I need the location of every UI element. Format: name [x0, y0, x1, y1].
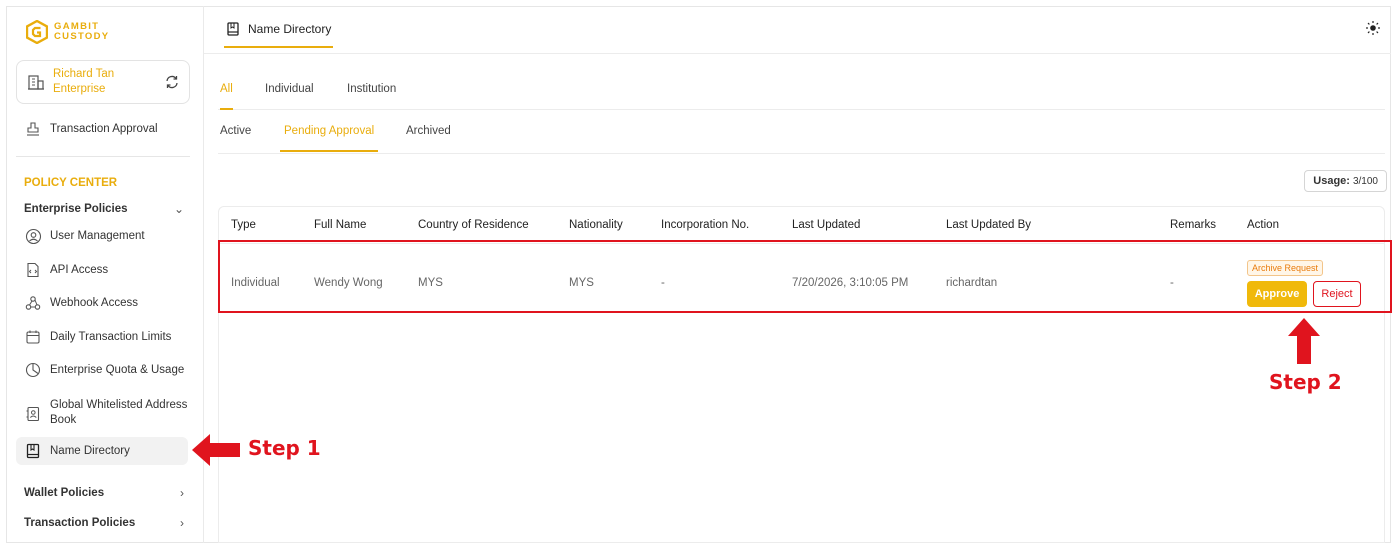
tab-pending-approval[interactable]: Pending Approval — [280, 125, 379, 152]
sidebar-item-daily-transaction-limits[interactable]: Daily Transaction Limits — [16, 323, 188, 351]
tab-institution[interactable]: Institution — [347, 83, 396, 110]
building-icon — [28, 75, 44, 90]
column-header[interactable]: Action — [1247, 219, 1279, 231]
switch-enterprise-icon[interactable] — [164, 74, 180, 90]
status-tabs: Active Pending Approval Archived — [218, 116, 1385, 154]
transaction-policies-toggle[interactable]: Transaction Policies › — [24, 516, 184, 530]
api-file-icon — [24, 261, 42, 279]
sidebar-item-label: Daily Transaction Limits — [50, 331, 172, 343]
sidebar-item-label: Global Whitelisted Address Book — [50, 399, 188, 426]
step2-label: Step 2 — [1269, 370, 1342, 394]
brand-logo[interactable]: GAMBIT CUSTODY — [26, 20, 109, 44]
sidebar-item-global-whitelisted-address-book[interactable]: Global Whitelisted Address Book — [16, 396, 188, 432]
tab-active[interactable]: Active — [220, 125, 251, 152]
tab-all[interactable]: All — [220, 83, 233, 110]
sidebar-item-label: User Management — [50, 230, 145, 242]
sidebar-item-label: API Access — [50, 264, 109, 276]
brand-text: GAMBIT CUSTODY — [54, 22, 109, 42]
column-header[interactable]: Nationality — [569, 219, 623, 231]
wallet-policies-toggle[interactable]: Wallet Policies › — [24, 486, 184, 500]
enterprise-name: Richard Tan Enterprise — [53, 68, 115, 95]
tab-name-directory[interactable]: Name Directory — [224, 18, 334, 48]
sidebar-item-transaction-approval[interactable]: Transaction Approval — [16, 115, 188, 143]
sun-icon[interactable] — [1365, 20, 1381, 36]
chevron-right-icon: › — [180, 516, 184, 530]
column-header[interactable]: Type — [231, 219, 256, 231]
sidebar-divider — [16, 156, 190, 157]
sidebar-item-webhook-access[interactable]: Webhook Access — [16, 289, 188, 317]
address-book-icon — [24, 405, 42, 423]
enterprise-policies-label: Enterprise Policies — [24, 203, 128, 215]
column-header[interactable]: Remarks — [1170, 219, 1216, 231]
sidebar: GAMBIT CUSTODY Richard Tan Enterprise Tr… — [6, 6, 204, 543]
step1-arrow-icon — [192, 434, 240, 466]
sidebar-item-label: Webhook Access — [50, 297, 139, 309]
enterprise-policies-toggle[interactable]: Enterprise Policies ⌄ — [24, 202, 184, 216]
transaction-policies-label: Transaction Policies — [24, 517, 136, 529]
stamp-icon — [24, 120, 42, 138]
usage-label: Usage: — [1313, 175, 1350, 187]
chevron-down-icon: ⌄ — [173, 202, 184, 216]
tab-label: Name Directory — [248, 22, 332, 36]
usage-badge: Usage: 3/100 — [1304, 170, 1387, 192]
type-tabs: All Individual Institution — [218, 74, 1385, 110]
highlight-row-box — [218, 240, 1392, 313]
sidebar-item-label: Transaction Approval — [50, 123, 158, 135]
wallet-policies-label: Wallet Policies — [24, 487, 105, 499]
sidebar-item-label: Enterprise Quota & Usage — [50, 364, 185, 376]
column-header[interactable]: Incorporation No. — [661, 219, 749, 231]
gambit-logo-icon — [26, 20, 48, 44]
sidebar-item-enterprise-quota-usage[interactable]: Enterprise Quota & Usage — [16, 356, 188, 384]
policy-center-heading: POLICY CENTER — [24, 177, 118, 189]
sidebar-item-api-access[interactable]: API Access — [16, 256, 188, 284]
book-icon — [227, 22, 239, 36]
pie-chart-icon — [24, 361, 42, 379]
calendar-icon — [24, 328, 42, 346]
column-header[interactable]: Last Updated By — [946, 219, 1031, 231]
book-icon — [24, 442, 42, 460]
column-header[interactable]: Country of Residence — [418, 219, 529, 231]
enterprise-switcher[interactable]: Richard Tan Enterprise — [16, 60, 190, 104]
brand-line2: CUSTODY — [54, 31, 110, 42]
tab-individual[interactable]: Individual — [265, 83, 314, 110]
sidebar-item-label: Name Directory — [50, 445, 130, 457]
top-bar: Name Directory — [204, 6, 1391, 54]
chevron-right-icon: › — [180, 486, 184, 500]
usage-value: 3/100 — [1352, 175, 1378, 187]
step2-arrow-icon — [1288, 318, 1320, 364]
step1-label: Step 1 — [248, 436, 321, 460]
tab-archived[interactable]: Archived — [406, 125, 451, 152]
column-header[interactable]: Full Name — [314, 219, 366, 231]
sidebar-item-name-directory[interactable]: Name Directory — [16, 437, 188, 465]
webhook-icon — [24, 294, 42, 312]
sidebar-item-user-management[interactable]: User Management — [16, 222, 188, 250]
user-gear-icon — [24, 227, 42, 245]
column-header[interactable]: Last Updated — [792, 219, 860, 231]
